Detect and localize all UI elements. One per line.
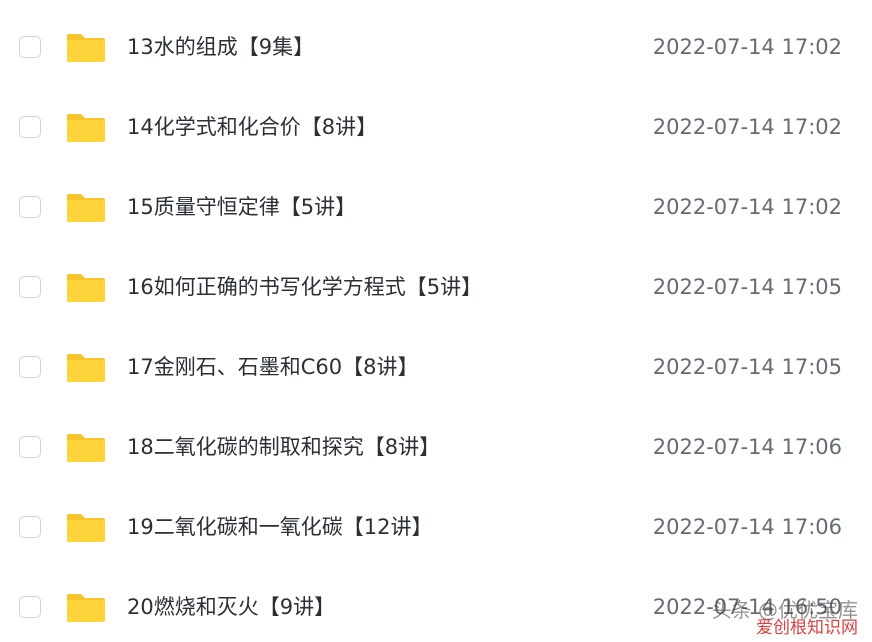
checkbox-icon[interactable] [19, 116, 41, 138]
file-name[interactable]: 18二氧化碳的制取和探究【8讲】 [127, 432, 440, 462]
file-name[interactable]: 15质量守恒定律【5讲】 [127, 192, 356, 222]
file-name[interactable]: 20燃烧和灭火【9讲】 [127, 592, 335, 622]
file-date: 2022-07-14 17:05 [652, 275, 842, 299]
file-row[interactable]: 17金刚石、石墨和C60【8讲】 2022-07-14 17:05 [0, 322, 872, 402]
file-name[interactable]: 14化学式和化合价【8讲】 [127, 112, 377, 142]
file-date: 2022-07-14 16:50 [652, 595, 842, 619]
folder-icon [66, 592, 106, 623]
file-row[interactable]: 19二氧化碳和一氧化碳【12讲】 2022-07-14 17:06 [0, 482, 872, 562]
file-date: 2022-07-14 17:05 [652, 355, 842, 379]
checkbox-icon[interactable] [19, 196, 41, 218]
folder-icon [66, 432, 106, 463]
checkbox-icon[interactable] [19, 596, 41, 618]
folder-icon [66, 272, 106, 303]
file-date: 2022-07-14 17:06 [652, 515, 842, 539]
file-date: 2022-07-14 17:02 [652, 115, 842, 139]
checkbox-icon[interactable] [19, 356, 41, 378]
file-date: 2022-07-14 17:06 [652, 435, 842, 459]
file-row[interactable]: 16如何正确的书写化学方程式【5讲】 2022-07-14 17:05 [0, 242, 872, 322]
file-date: 2022-07-14 17:02 [652, 195, 842, 219]
folder-icon [66, 512, 106, 543]
file-row[interactable]: 20燃烧和灭火【9讲】 2022-07-14 16:50 [0, 562, 872, 642]
folder-icon [66, 32, 106, 63]
file-row[interactable]: 13水的组成【9集】 2022-07-14 17:02 [0, 2, 872, 82]
file-list: 13水的组成【9集】 2022-07-14 17:02 14化学式和化合价【8讲… [0, 0, 872, 642]
folder-icon [66, 192, 106, 223]
file-name[interactable]: 16如何正确的书写化学方程式【5讲】 [127, 272, 482, 302]
file-row[interactable]: 18二氧化碳的制取和探究【8讲】 2022-07-14 17:06 [0, 402, 872, 482]
file-row[interactable]: 14化学式和化合价【8讲】 2022-07-14 17:02 [0, 82, 872, 162]
file-date: 2022-07-14 17:02 [652, 35, 842, 59]
file-name[interactable]: 19二氧化碳和一氧化碳【12讲】 [127, 512, 432, 542]
folder-icon [66, 112, 106, 143]
checkbox-icon[interactable] [19, 36, 41, 58]
checkbox-icon[interactable] [19, 516, 41, 538]
checkbox-icon[interactable] [19, 276, 41, 298]
file-name[interactable]: 17金刚石、石墨和C60【8讲】 [127, 352, 418, 382]
checkbox-icon[interactable] [19, 436, 41, 458]
file-row[interactable]: 15质量守恒定律【5讲】 2022-07-14 17:02 [0, 162, 872, 242]
file-name[interactable]: 13水的组成【9集】 [127, 32, 314, 62]
folder-icon [66, 352, 106, 383]
